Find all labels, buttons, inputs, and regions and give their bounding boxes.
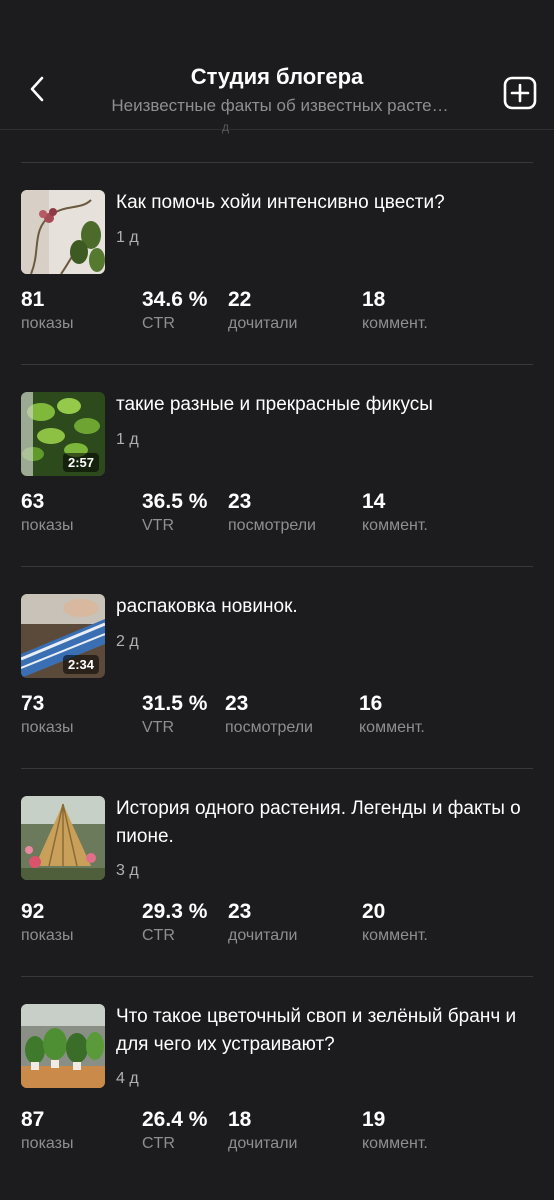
stat-rate: 26.4 % CTR — [142, 1108, 208, 1152]
stat-reads: 23 посмотрели — [225, 692, 313, 736]
stat-rate: 34.6 % CTR — [142, 288, 208, 332]
add-button[interactable] — [503, 76, 537, 110]
page-title: Студия блогера — [190, 64, 364, 89]
plant-swap-image — [21, 1004, 105, 1088]
stat-comments: 19 коммент. — [362, 1108, 428, 1152]
hoya-image — [21, 190, 105, 274]
back-button[interactable] — [22, 72, 52, 106]
publication-title[interactable]: История одного растения. Легенды и факты… — [116, 795, 536, 851]
publication-item[interactable]: 2:34 распаковка новинок. 2 д 73 показы 3… — [21, 566, 533, 768]
header: Студия блогера Неизвестные факты об изве… — [0, 0, 554, 130]
stat-views: 63 показы — [21, 490, 74, 534]
stat-views: 92 показы — [21, 900, 74, 944]
publication-item[interactable]: История одного растения. Легенды и факты… — [21, 768, 533, 976]
stat-views: 87 показы — [21, 1108, 74, 1152]
thumbnail — [21, 796, 105, 880]
publication-age: 2 д — [116, 633, 139, 650]
stat-comments: 16 коммент. — [359, 692, 425, 736]
thumbnail: 2:57 — [21, 392, 105, 476]
publication-list: Как помочь хойи интенсивно цвести? 1 д 8… — [0, 162, 554, 1191]
publication-age: 1 д — [116, 431, 139, 448]
stat-views: 81 показы — [21, 288, 74, 332]
stat-rate: 31.5 % VTR — [142, 692, 208, 736]
publication-age: 4 д — [116, 1070, 139, 1087]
publication-item[interactable]: 2:57 такие разные и прекрасные фикусы 1 … — [21, 364, 533, 566]
stat-reads: 23 посмотрели — [228, 490, 316, 534]
publication-item[interactable]: Что такое цветочный своп и зелёный бранч… — [21, 976, 533, 1191]
publication-age: 1 д — [116, 229, 139, 246]
publication-title[interactable]: распаковка новинок. — [116, 593, 536, 621]
publication-title[interactable]: Как помочь хойи интенсивно цвести? — [116, 189, 536, 217]
thumbnail — [21, 1004, 105, 1088]
publication-item[interactable]: Как помочь хойи интенсивно цвести? 1 д 8… — [21, 162, 533, 364]
stat-reads: 18 дочитали — [228, 1108, 298, 1152]
stat-reads: 22 дочитали — [228, 288, 298, 332]
publication-title[interactable]: Что такое цветочный своп и зелёный бранч… — [116, 1003, 536, 1059]
peony-image — [21, 796, 105, 880]
clipped-text: д — [222, 120, 230, 134]
thumbnail: 2:34 — [21, 594, 105, 678]
stat-rate: 29.3 % CTR — [142, 900, 208, 944]
publication-title[interactable]: такие разные и прекрасные фикусы — [116, 391, 536, 419]
stat-reads: 23 дочитали — [228, 900, 298, 944]
plus-square-icon — [503, 76, 537, 110]
stat-comments: 18 коммент. — [362, 288, 428, 332]
stat-views: 73 показы — [21, 692, 74, 736]
stat-comments: 14 коммент. — [362, 490, 428, 534]
stat-comments: 20 коммент. — [362, 900, 428, 944]
stat-rate: 36.5 % VTR — [142, 490, 208, 534]
video-duration: 2:57 — [62, 453, 99, 472]
thumbnail — [21, 190, 105, 274]
chevron-left-icon — [30, 76, 44, 102]
page-subtitle: Неизвестные факты об известных расте… — [111, 96, 449, 115]
publication-age: 3 д — [116, 862, 139, 879]
video-duration: 2:34 — [62, 655, 99, 674]
